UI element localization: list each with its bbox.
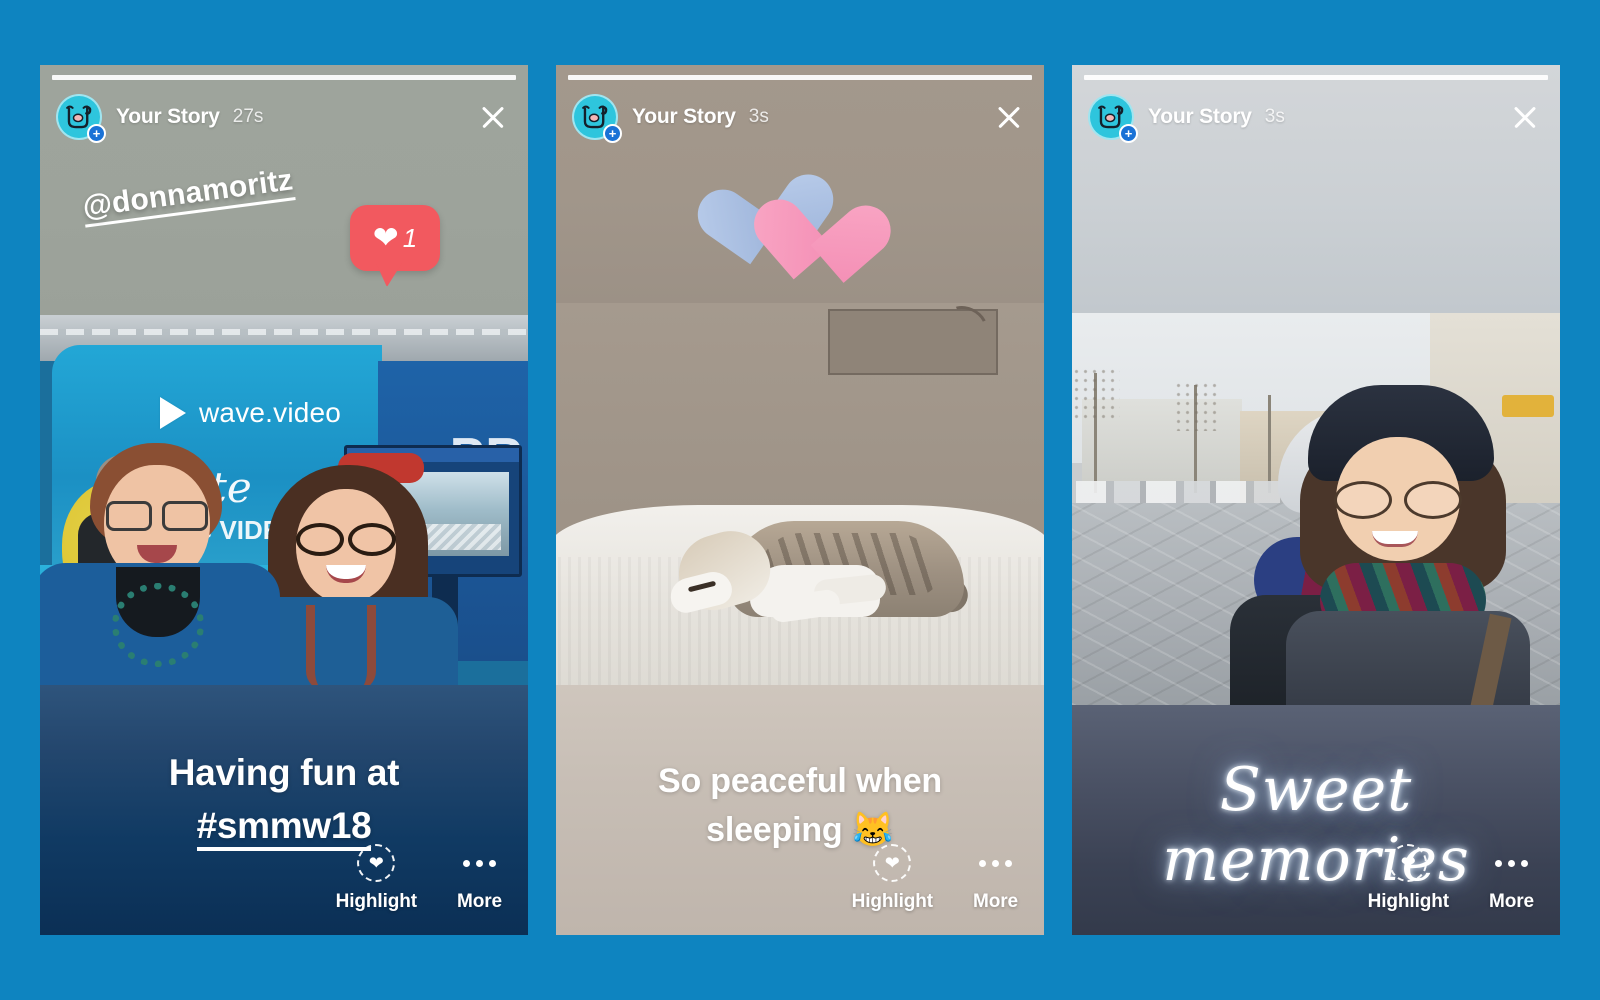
highlight-heart-icon: ❤ [873, 844, 912, 882]
wave-video-wordmark: wave.video [199, 397, 342, 428]
story-username: Your Story [116, 105, 220, 128]
like-count: 1 [402, 222, 418, 253]
stories-stage: wave.video te G VIDE PR [0, 0, 1600, 1000]
highlight-button[interactable]: ❤ Highlight [1368, 844, 1449, 913]
more-button[interactable]: More [1489, 844, 1534, 913]
more-dots-icon [463, 844, 496, 882]
story-actions-2: ❤ Highlight More [852, 844, 1018, 913]
heart-icon: ❤ [372, 219, 399, 255]
highlight-label: Highlight [335, 891, 418, 912]
progress-segment [1084, 75, 1548, 80]
close-icon[interactable] [476, 100, 510, 134]
story-1-photo: wave.video te G VIDE PR [40, 315, 528, 685]
caption-line-1: So peaceful when [658, 762, 942, 800]
story-timestamp: 3s [748, 106, 769, 127]
pink-heart-icon [769, 202, 867, 292]
story-progress-bar-2[interactable] [568, 75, 1032, 80]
story-card-3[interactable]: + Your Story 3s Sweet memories ❤ Highlig… [1072, 65, 1560, 935]
close-icon[interactable] [1508, 100, 1542, 134]
more-button[interactable]: More [973, 844, 1018, 913]
story-header-2: + Your Story 3s [556, 87, 1044, 147]
story-actions-1: ❤ Highlight More [336, 844, 502, 913]
story-caption-2: So peaceful when sleeping 😹 [556, 757, 1044, 856]
story-progress-bar-1[interactable] [52, 75, 516, 80]
like-count-badge[interactable]: ❤ 1 [350, 205, 440, 271]
add-to-story-badge[interactable]: + [1119, 124, 1138, 143]
story-card-2[interactable]: + Your Story 3s So peaceful when sleepin… [556, 65, 1044, 935]
person-right [1286, 385, 1530, 705]
story-progress-bar-3[interactable] [1084, 75, 1548, 80]
add-to-story-badge[interactable]: + [603, 124, 622, 143]
highlight-label: Highlight [1367, 891, 1450, 912]
more-dots-icon [1495, 844, 1528, 882]
wave-video-logo: wave.video [160, 397, 341, 429]
avatar[interactable]: + [572, 94, 622, 143]
story-header-3: + Your Story 3s [1072, 87, 1560, 147]
close-icon[interactable] [992, 100, 1026, 134]
avatar[interactable]: + [56, 94, 106, 143]
more-label: More [1489, 891, 1534, 912]
story-3-photo [1072, 313, 1560, 705]
highlight-heart-icon: ❤ [1389, 844, 1428, 882]
caption-line-1: Having fun at [168, 752, 400, 793]
progress-segment [52, 75, 516, 80]
person-left [40, 443, 280, 685]
more-button[interactable]: More [457, 844, 502, 913]
more-dots-icon [979, 844, 1012, 882]
highlight-button[interactable]: ❤ Highlight [852, 844, 933, 913]
story-username: Your Story [632, 105, 736, 128]
story-actions-3: ❤ Highlight More [1368, 844, 1534, 913]
story-username: Your Story [1148, 105, 1252, 128]
highlight-button[interactable]: ❤ Highlight [336, 844, 417, 913]
two-hearts-sticker[interactable] [720, 183, 880, 293]
story-2-photo [556, 303, 1044, 685]
highlight-heart-icon: ❤ [357, 844, 396, 882]
more-label: More [973, 891, 1018, 912]
add-to-story-badge[interactable]: + [87, 124, 106, 143]
progress-segment [568, 75, 1032, 80]
story-header-1: + Your Story 27s [40, 87, 528, 147]
story-timestamp: 27s [232, 106, 264, 127]
story-timestamp: 3s [1264, 106, 1285, 127]
more-label: More [457, 891, 502, 912]
highlight-label: Highlight [851, 891, 934, 912]
avatar[interactable]: + [1088, 94, 1138, 143]
sleeping-cat [664, 505, 970, 624]
play-triangle-icon [160, 397, 186, 429]
story-card-1[interactable]: wave.video te G VIDE PR [40, 65, 528, 935]
story-caption-1: Having fun at #smmw18 [40, 747, 528, 852]
